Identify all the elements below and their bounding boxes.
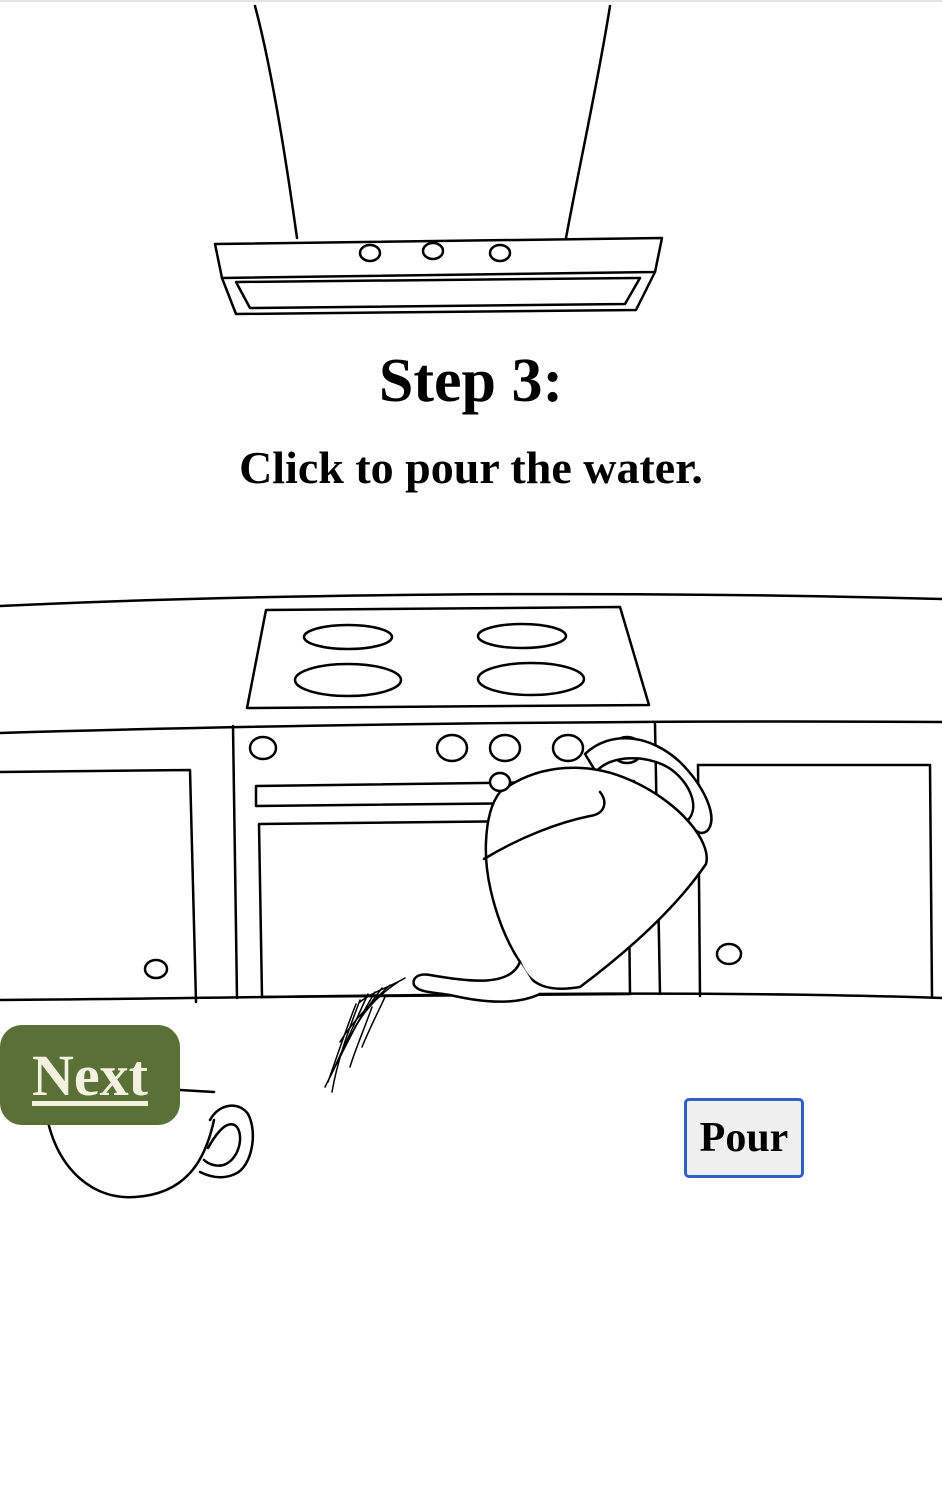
pour-button[interactable]: Pour xyxy=(684,1098,804,1178)
kitchen-scene xyxy=(0,4,942,1199)
next-button[interactable]: Next xyxy=(0,1025,180,1125)
range-hood-icon xyxy=(213,4,664,316)
counter-edge xyxy=(0,720,942,735)
step-title: Step 3: xyxy=(378,347,564,415)
kitchen-cabinet-right xyxy=(696,763,934,999)
step-instruction: Click to pour the water. xyxy=(239,442,703,493)
page: Step 3: Click to pour the water. Next Po… xyxy=(0,0,942,1506)
stove-icon xyxy=(245,605,651,710)
countertop-line xyxy=(0,592,942,608)
teapot-icon xyxy=(412,737,713,1003)
kitchen-cabinet-icon xyxy=(0,768,198,1004)
